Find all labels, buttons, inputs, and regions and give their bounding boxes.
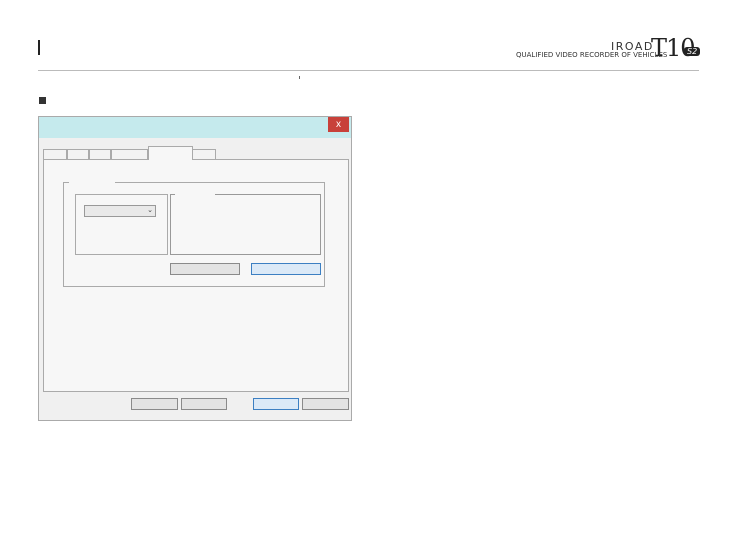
tab-6[interactable] [192,149,216,159]
header-rule [38,70,699,71]
close-icon: x [336,119,341,130]
chevron-down-icon: ⌄ [147,207,153,214]
header-divider-bar [38,40,40,55]
settings-dialog: x ⌄ [38,116,352,421]
ok-button[interactable] [253,398,299,410]
tab-1[interactable] [43,149,67,159]
primary-action-button[interactable] [251,263,321,275]
close-button[interactable]: x [328,117,349,132]
tab-2[interactable] [67,149,89,159]
dialog-titlebar[interactable] [39,117,351,138]
brand-tagline: QUALIFIED VIDEO RECORDER OF VEHICLES [516,51,668,59]
secondary-action-button[interactable] [170,263,240,275]
details-listbox[interactable] [170,194,321,255]
footer-button-1[interactable] [131,398,178,410]
option-dropdown[interactable]: ⌄ [84,205,156,217]
section-bullet-icon [39,97,46,104]
outer-groupbox-legend [69,181,115,184]
tab-4[interactable] [111,149,148,159]
brand-model-badge: S2 [684,47,701,56]
left-groupbox [75,194,168,255]
tab-5-active[interactable] [148,146,193,160]
cancel-button[interactable] [302,398,349,410]
tab-3[interactable] [89,149,111,159]
page-marker [299,76,300,79]
details-listbox-label [175,193,215,196]
footer-button-2[interactable] [181,398,227,410]
